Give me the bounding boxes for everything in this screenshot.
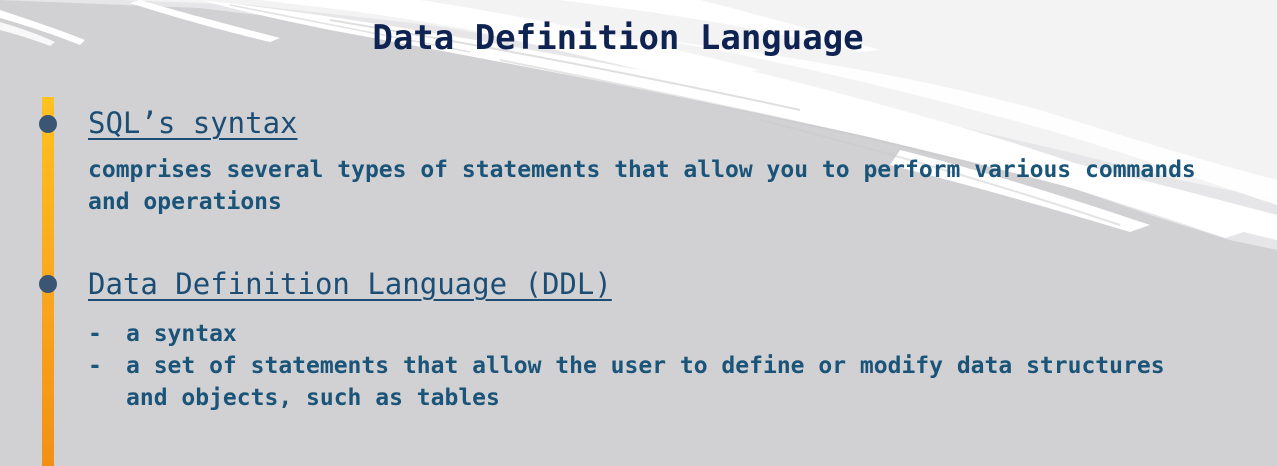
bullet-dot-2 (39, 275, 57, 293)
list-item: - a syntax (88, 318, 1188, 350)
dash-marker: - (88, 353, 102, 379)
slide-title: Data Definition Language (372, 18, 864, 58)
list-item: - a set of statements that allow the use… (88, 350, 1188, 414)
bullet-dot-1 (39, 115, 57, 133)
body-sql-syntax: comprises several types of statements th… (88, 157, 1196, 215)
list-item-text: a syntax (126, 321, 237, 347)
heading-sql-syntax: SQL’s syntax (88, 106, 298, 140)
list-item-text: a set of statements that allow the user … (126, 353, 1165, 411)
dash-marker: - (88, 321, 102, 347)
ddl-dash-list: - a syntax - a set of statements that al… (88, 318, 1188, 414)
heading-ddl: Data Definition Language (DDL) (88, 267, 612, 301)
